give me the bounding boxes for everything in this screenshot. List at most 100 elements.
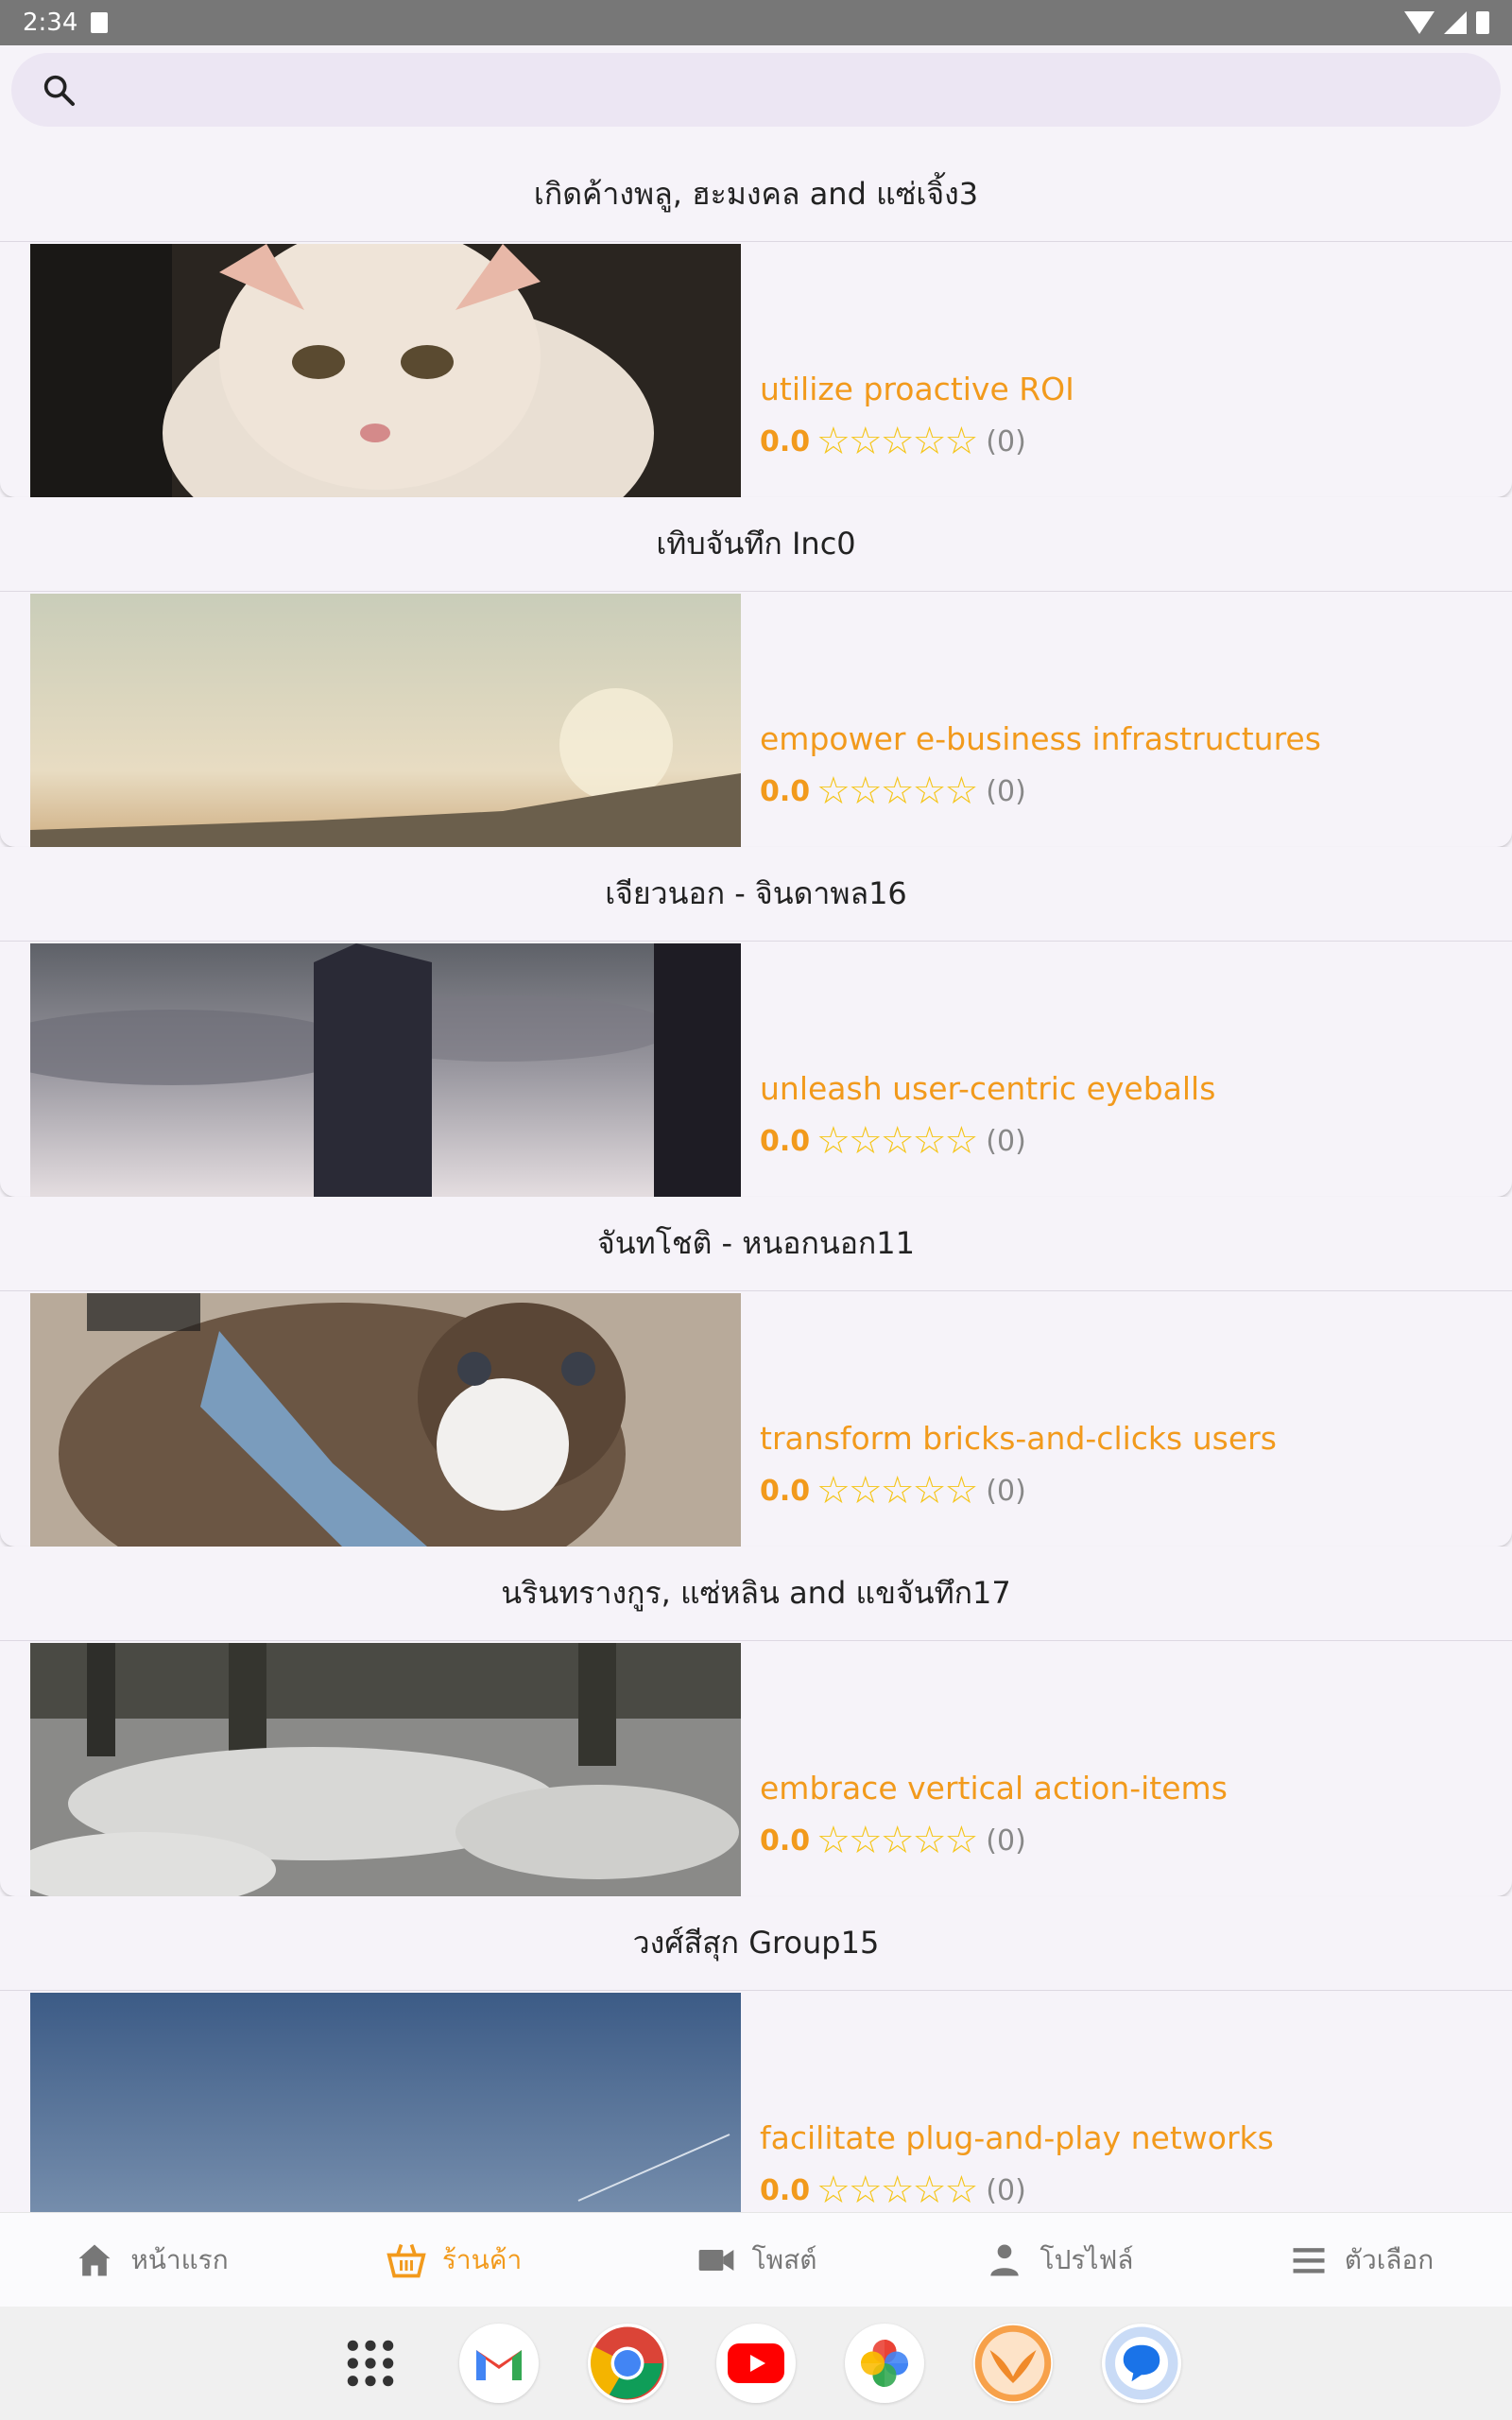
star-icon: ☆: [944, 2169, 978, 2212]
signal-icon: [1444, 11, 1467, 34]
sd-card-icon: [91, 12, 109, 33]
lasara-icon[interactable]: [973, 2324, 1053, 2403]
product-card[interactable]: จันทโชติ - หนอกนอก11 transform bricks-an…: [0, 1197, 1512, 1547]
nav-home[interactable]: หน้าแรก: [0, 2213, 302, 2307]
star-icon: ☆: [880, 1469, 915, 1512]
nav-post[interactable]: โพสต์: [605, 2213, 907, 2307]
star-icon: ☆: [880, 1819, 915, 1862]
rating-row: 0.0 ☆ ☆ ☆ ☆ ☆ (0): [760, 772, 1321, 810]
star-icon: ☆: [912, 1469, 947, 1512]
gmail-icon[interactable]: [459, 2324, 539, 2403]
status-time: 2:34: [23, 9, 78, 37]
search-bar[interactable]: [11, 53, 1501, 127]
star-icon: ☆: [880, 420, 915, 463]
product-info: facilitate plug-and-play networks 0.0 ☆ ☆…: [760, 2119, 1274, 2209]
review-count: (0): [986, 774, 1026, 808]
review-count: (0): [986, 1474, 1026, 1508]
rating-row: 0.0 ☆ ☆ ☆ ☆ ☆ (0): [760, 1122, 1215, 1160]
photos-icon[interactable]: [845, 2324, 924, 2403]
battery-icon: [1476, 11, 1489, 34]
search-icon[interactable]: [40, 71, 77, 109]
star-icon: ☆: [848, 420, 883, 463]
star-icon: ☆: [880, 1119, 915, 1163]
rating-value: 0.0: [760, 774, 811, 808]
star-icon: ☆: [848, 769, 883, 813]
product-name[interactable]: transform bricks-and-clicks users: [760, 1420, 1277, 1457]
product-image-skyscraper[interactable]: [30, 943, 741, 1197]
star-icon: ☆: [816, 1819, 850, 1862]
menu-icon: [1293, 2247, 1325, 2273]
star-icon: ☆: [848, 1469, 883, 1512]
shop-name[interactable]: นรินทรางกูร, แซ่หลิน and แขจันทึก17: [0, 1547, 1512, 1641]
apps-grid-icon[interactable]: [331, 2324, 410, 2403]
star-icon: ☆: [816, 1469, 850, 1512]
search-input[interactable]: [96, 73, 1419, 107]
star-icon: ☆: [912, 420, 947, 463]
star-icon: ☆: [816, 420, 850, 463]
star-icon: ☆: [944, 1119, 978, 1163]
rating-row: 0.0 ☆ ☆ ☆ ☆ ☆ (0): [760, 423, 1074, 460]
shop-name[interactable]: เจียวนอก - จินดาพล16: [0, 847, 1512, 942]
product-name[interactable]: empower e-business infrastructures: [760, 720, 1321, 757]
star-icon: ☆: [912, 1119, 947, 1163]
product-list[interactable]: เกิดค้างพลู, ฮะมงคล and แซ่เจิ้ง3 utiliz…: [0, 147, 1512, 2212]
product-name[interactable]: facilitate plug-and-play networks: [760, 2119, 1274, 2156]
product-card[interactable]: เจียวนอก - จินดาพล16 unleash user-centri…: [0, 847, 1512, 1197]
product-info: empower e-business infrastructures 0.0 ☆…: [760, 720, 1321, 810]
nav-profile[interactable]: โปรไฟล์: [907, 2213, 1210, 2307]
review-count: (0): [986, 1824, 1026, 1858]
shop-name[interactable]: จันทโชติ - หนอกนอก11: [0, 1197, 1512, 1291]
product-image-sunset[interactable]: [30, 594, 741, 847]
product-card[interactable]: นรินทรางกูร, แซ่หลิน and แขจันทึก17 embr…: [0, 1547, 1512, 1896]
nav-options-label: ตัวเลือก: [1344, 2243, 1435, 2275]
product-card[interactable]: เทิบจันทึก Inc0 empower e-business infra…: [0, 497, 1512, 847]
rating-row: 0.0 ☆ ☆ ☆ ☆ ☆ (0): [760, 1472, 1277, 1510]
rating-value: 0.0: [760, 1824, 811, 1858]
rating-value: 0.0: [760, 1474, 811, 1508]
nav-shop[interactable]: ร้านค้า: [302, 2213, 605, 2307]
product-image-cat-harness[interactable]: [30, 1293, 741, 1547]
star-icon: ☆: [944, 769, 978, 813]
nav-options[interactable]: ตัวเลือก: [1210, 2213, 1512, 2307]
star-rating: ☆ ☆ ☆ ☆ ☆: [816, 420, 978, 463]
profile-icon: [989, 2244, 1019, 2275]
product-image-kitten[interactable]: [30, 244, 741, 497]
star-rating: ☆ ☆ ☆ ☆ ☆: [816, 1819, 978, 1862]
chrome-icon[interactable]: [588, 2324, 667, 2403]
star-rating: ☆ ☆ ☆ ☆ ☆: [816, 769, 978, 813]
nav-shop-label: ร้านค้า: [441, 2243, 523, 2275]
youtube-icon[interactable]: [716, 2324, 796, 2403]
product-name[interactable]: unleash user-centric eyeballs: [760, 1070, 1215, 1107]
rating-row: 0.0 ☆ ☆ ☆ ☆ ☆ (0): [760, 1822, 1228, 1859]
bottom-navigation: หน้าแรก ร้านค้า โพสต์ โปรไฟล์ ตัวเลือก: [0, 2212, 1512, 2307]
product-name[interactable]: embrace vertical action-items: [760, 1770, 1228, 1806]
product-image-snowy-forest[interactable]: [30, 1643, 741, 1896]
shop-name[interactable]: เทิบจันทึก Inc0: [0, 497, 1512, 592]
review-count: (0): [986, 424, 1026, 458]
star-icon: ☆: [816, 769, 850, 813]
star-icon: ☆: [944, 420, 978, 463]
wifi-icon: [1404, 11, 1435, 34]
app-dock: [0, 2307, 1512, 2420]
star-icon: ☆: [848, 1119, 883, 1163]
star-icon: ☆: [912, 1819, 947, 1862]
video-camera-icon: [698, 2249, 733, 2271]
nav-profile-label: โปรไฟล์: [1040, 2243, 1134, 2275]
home-icon: [78, 2244, 111, 2275]
star-icon: ☆: [912, 769, 947, 813]
shop-name[interactable]: วงศ์สีสุก Group15: [0, 1896, 1512, 1991]
star-rating: ☆ ☆ ☆ ☆ ☆: [816, 1119, 978, 1163]
product-card[interactable]: วงศ์สีสุก Group15 facilitate plug-and-pl…: [0, 1896, 1512, 2212]
messages-icon[interactable]: [1102, 2324, 1181, 2403]
star-icon: ☆: [816, 1119, 850, 1163]
star-icon: ☆: [848, 1819, 883, 1862]
product-card[interactable]: เกิดค้างพลู, ฮะมงคล and แซ่เจิ้ง3 utiliz…: [0, 147, 1512, 497]
product-info: unleash user-centric eyeballs 0.0 ☆ ☆ ☆ ☆ ☆ …: [760, 1070, 1215, 1160]
product-info: transform bricks-and-clicks users 0.0 ☆ ☆…: [760, 1420, 1277, 1510]
product-name[interactable]: utilize proactive ROI: [760, 371, 1074, 407]
shop-name[interactable]: เกิดค้างพลู, ฮะมงคล and แซ่เจิ้ง3: [0, 147, 1512, 242]
star-icon: ☆: [880, 2169, 915, 2212]
star-icon: ☆: [944, 1469, 978, 1512]
product-image-blue-sky[interactable]: [30, 1993, 741, 2212]
nav-home-label: หน้าแรก: [130, 2243, 229, 2275]
